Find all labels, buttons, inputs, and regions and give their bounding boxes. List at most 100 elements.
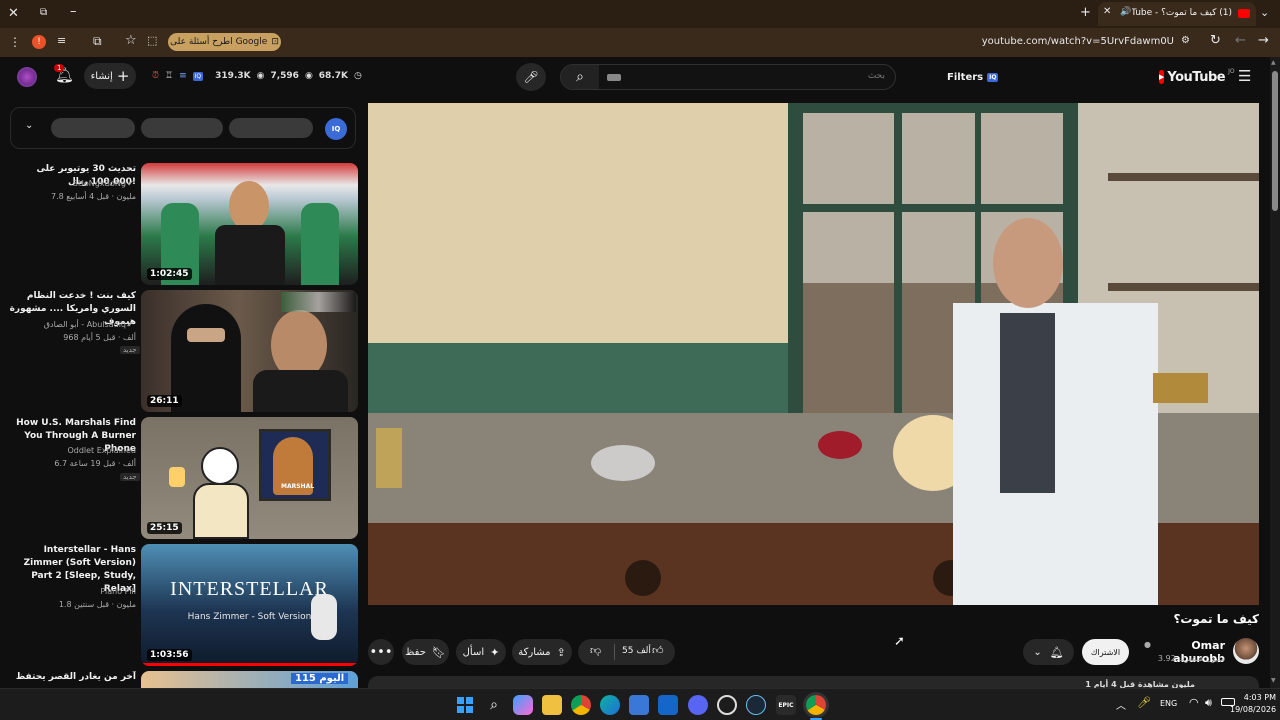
- channel-name-4[interactable]: Piano Pill: [6, 586, 136, 598]
- search-button[interactable]: ⌕: [561, 65, 599, 89]
- stat-views: 319.3K: [215, 71, 251, 81]
- subscribe-button[interactable]: الاشتراك: [1082, 639, 1129, 665]
- duration-4: 1:03:56: [147, 649, 192, 661]
- more-actions-button[interactable]: •••: [368, 639, 394, 665]
- related-video-1[interactable]: 1:02:45 تحديث 30 يوتيوبر على 100,000 ريا…: [8, 163, 358, 285]
- chrome-icon[interactable]: [571, 695, 591, 715]
- ext-iq-icon[interactable]: IQ: [192, 71, 204, 81]
- ask-button[interactable]: اسأل ✦: [456, 639, 506, 665]
- close-window-icon[interactable]: ✕: [8, 6, 19, 21]
- active-tab[interactable]: ✕ 🔊 (1) كيف ما تموت؟ - YouTube: [1098, 2, 1256, 26]
- save-button[interactable]: حفظ 🔖︎: [402, 639, 449, 665]
- filters-button[interactable]: Filters IQ: [947, 67, 1003, 87]
- github-icon[interactable]: [717, 695, 737, 715]
- plus-icon: +: [116, 67, 130, 85]
- search-box[interactable]: ⌕ بحث: [560, 64, 896, 90]
- volume-icon[interactable]: 🔊︎: [1205, 696, 1212, 710]
- start-button[interactable]: [455, 695, 475, 715]
- duration-1: 1:02:45: [147, 268, 192, 280]
- filters-label: Filters: [947, 71, 984, 83]
- filter-chip-3[interactable]: [229, 118, 313, 138]
- like-dislike-group: 👎︎ 55 ألف 👍︎: [578, 639, 675, 665]
- duration-2: 26:11: [147, 395, 182, 407]
- filter-iq-button[interactable]: IQ: [325, 118, 347, 140]
- thumbnail-3[interactable]: MARSHAL 25:15: [141, 417, 358, 539]
- channel-name-3[interactable]: Oddlet Explained: [6, 445, 136, 457]
- epic-games-icon[interactable]: EPIC: [776, 695, 796, 715]
- new-tab-icon[interactable]: +: [1080, 5, 1091, 20]
- file-explorer-icon[interactable]: [542, 695, 562, 715]
- back-icon[interactable]: →: [1258, 33, 1269, 48]
- channel-name-2[interactable]: أبو الصادق - Abulsadiq: [0, 319, 126, 331]
- edge-icon[interactable]: [600, 695, 620, 715]
- clock-time[interactable]: 4:03 PM: [1236, 693, 1276, 702]
- scroll-down-arrow[interactable]: ▼: [1271, 677, 1276, 684]
- reading-list-icon[interactable]: ≡: [57, 34, 66, 47]
- store-icon[interactable]: [629, 695, 649, 715]
- tray-expand-icon[interactable]: ︿: [1116, 697, 1126, 712]
- verified-icon: ●: [1144, 640, 1151, 649]
- dislike-button[interactable]: 👎︎: [590, 644, 601, 657]
- reload-icon[interactable]: ↻: [1210, 33, 1221, 48]
- youtube-logo[interactable]: ▶ YouTube JO: [1159, 68, 1235, 86]
- minimize-window-icon[interactable]: –: [70, 4, 77, 19]
- related-video-4[interactable]: INTERSTELLAR Hans Zimmer - Soft Version …: [8, 544, 358, 666]
- related-video-3[interactable]: MARSHAL 25:15 How U.S. Marshals Find You…: [8, 417, 358, 539]
- profile-alert-avatar[interactable]: !: [32, 35, 46, 49]
- hamburger-menu-icon[interactable]: ☰: [1238, 67, 1251, 85]
- notification-settings-button[interactable]: ⌄ 🔔︎: [1023, 639, 1074, 665]
- tab-title: (1) كيف ما تموت؟ - YouTube: [1132, 8, 1232, 18]
- tab-search-icon[interactable]: ⌄: [1260, 6, 1269, 19]
- discord-icon[interactable]: [688, 695, 708, 715]
- bookmark-star-icon[interactable]: ☆: [125, 33, 137, 48]
- search-input[interactable]: بحث: [868, 71, 885, 81]
- ext-list-icon[interactable]: ≡: [179, 71, 187, 81]
- channel-avatar[interactable]: [1233, 638, 1259, 664]
- microphone-tray-icon[interactable]: 🎤︎: [1137, 696, 1151, 709]
- language-indicator[interactable]: ENG: [1160, 699, 1177, 708]
- page-scrollbar[interactable]: ▲ ▼: [1270, 57, 1280, 688]
- outlook-icon[interactable]: [658, 695, 678, 715]
- forward-icon[interactable]: ←: [1235, 33, 1246, 48]
- channel-name-1[interactable]: SHoNgxBoNg: [0, 178, 126, 190]
- share-button[interactable]: مشاركة ⇪: [512, 639, 572, 665]
- chevron-down-icon: ⌄: [1033, 646, 1042, 658]
- close-tab-icon[interactable]: ✕: [1103, 6, 1111, 17]
- account-avatar[interactable]: [17, 67, 37, 87]
- thumbnail-4[interactable]: INTERSTELLAR Hans Zimmer - Soft Version …: [141, 544, 358, 666]
- filter-chip-1[interactable]: [51, 118, 135, 138]
- ext-alarm-icon[interactable]: ⏰︎: [152, 71, 159, 81]
- create-button[interactable]: إنشاء +: [84, 63, 136, 89]
- wifi-icon[interactable]: ◠: [1189, 696, 1199, 709]
- video-player[interactable]: [368, 103, 1259, 605]
- logo-region: JO: [1228, 68, 1235, 75]
- thumbnail-5[interactable]: اليوم 115: [141, 671, 358, 688]
- taskbar-search-icon[interactable]: ⌕: [484, 695, 504, 715]
- filter-expand-icon[interactable]: ⌄: [25, 120, 33, 131]
- google-ask-chip[interactable]: اطرح أسئلة على Google ⊡: [168, 33, 281, 51]
- scrollbar-thumb[interactable]: [1272, 71, 1278, 211]
- menu-dots-icon[interactable]: ⋮: [9, 35, 21, 49]
- video-title-5[interactable]: آخر من يغادر القصر يحتفظ به: [8, 671, 136, 688]
- restore-window-icon[interactable]: ⧉: [40, 7, 47, 18]
- related-video-5[interactable]: اليوم 115 آخر من يغادر القصر يحتفظ به: [8, 671, 358, 688]
- filter-chip-2[interactable]: [141, 118, 223, 138]
- thumbnail-2[interactable]: 26:11: [141, 290, 358, 412]
- url-text[interactable]: youtube.com/watch?v=5UrvFdawm0U: [900, 36, 1174, 47]
- extensions-icon[interactable]: ⧉: [93, 34, 102, 49]
- steam-icon[interactable]: [746, 695, 766, 715]
- voice-search-button[interactable]: 🎤︎: [516, 63, 546, 91]
- clock-date[interactable]: 19/08/2026: [1230, 705, 1276, 714]
- save-label: حفظ: [405, 646, 426, 658]
- chrome-active-icon[interactable]: [806, 695, 826, 715]
- thumbnail-1[interactable]: 1:02:45: [141, 163, 358, 285]
- related-video-2[interactable]: 26:11 كيف بنت ! خدعت النظام السوري وامري…: [8, 290, 358, 412]
- like-button[interactable]: 👍︎: [652, 644, 664, 657]
- site-settings-icon[interactable]: ⚙: [1181, 35, 1190, 46]
- logo-text: YouTube: [1167, 69, 1226, 85]
- audio-icon: 🔊: [1120, 7, 1132, 17]
- ext-trophy-icon[interactable]: ♖: [165, 71, 173, 81]
- scroll-up-arrow[interactable]: ▲: [1271, 59, 1276, 66]
- copilot-icon[interactable]: [513, 695, 533, 715]
- screenshot-icon[interactable]: ⬚: [147, 34, 157, 47]
